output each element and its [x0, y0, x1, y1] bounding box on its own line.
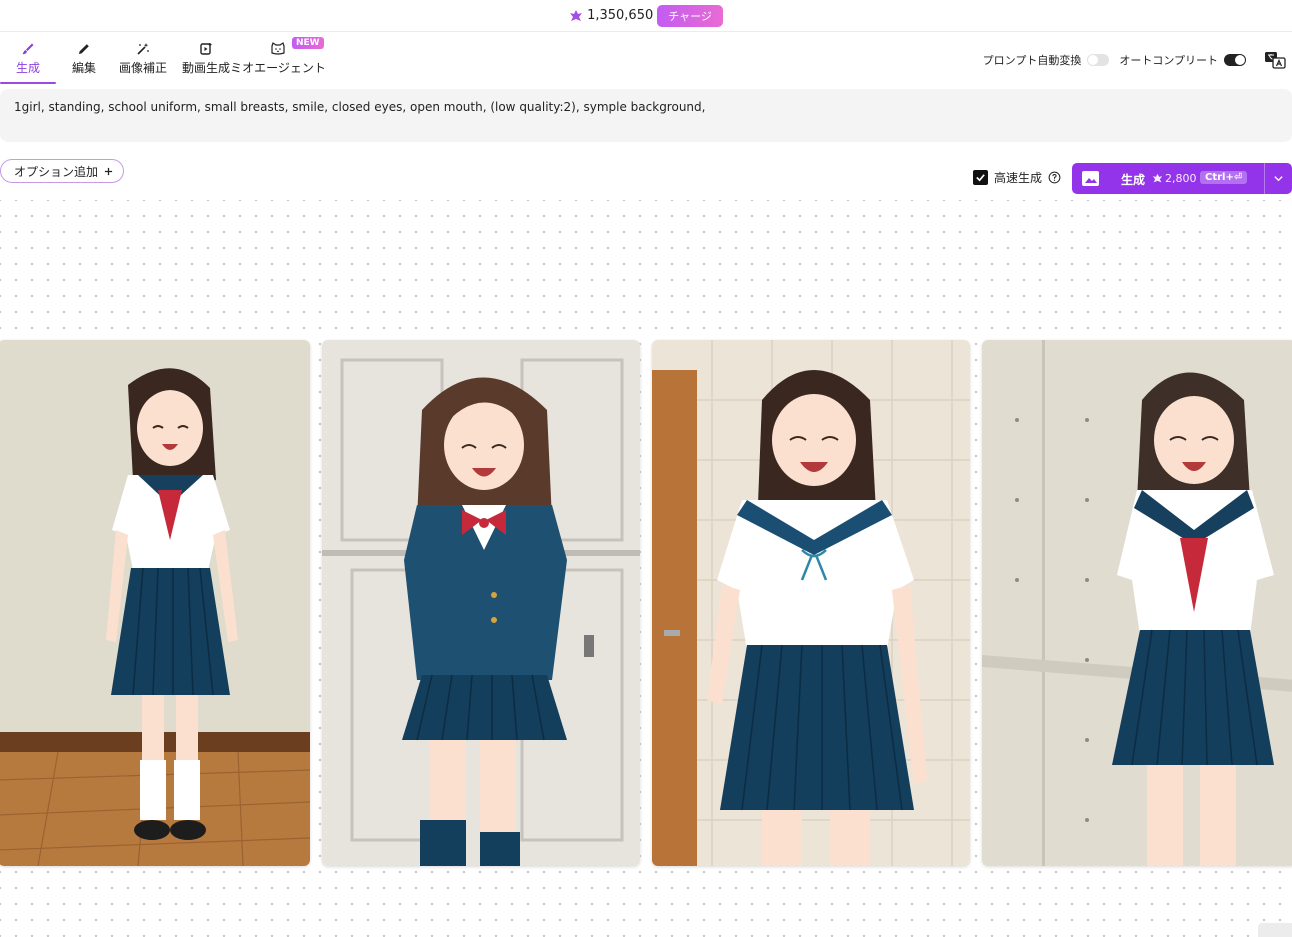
result-image-2[interactable]: [322, 340, 640, 866]
switch-knob: [1088, 55, 1099, 65]
fast-generation-checkbox[interactable]: [973, 170, 988, 185]
mode-tabs: 生成 編集 画像補正 動画生成 ミオエージェント: [0, 32, 326, 86]
fast-generation: 高速生成: [973, 169, 1061, 186]
result-image-4[interactable]: [982, 340, 1292, 866]
generate-label: 生成: [1121, 173, 1146, 187]
help-icon[interactable]: [1048, 171, 1061, 184]
tab-video-label: 動画生成: [181, 61, 230, 75]
prompt-input[interactable]: 1girl, standing, school uniform, small b…: [0, 89, 1292, 142]
credit-bar: 1,350,650 チャージ: [0, 0, 1292, 32]
cat-icon: [271, 42, 285, 55]
tab-video[interactable]: 動画生成: [174, 32, 238, 86]
video-icon: [200, 43, 212, 55]
settings-toggles: プロンプト自動変換 オートコンプリート: [983, 52, 1246, 68]
tab-generate-label: 生成: [15, 61, 40, 75]
prompt-convert-switch[interactable]: [1087, 54, 1110, 66]
plus-icon: [104, 167, 113, 175]
charge-button[interactable]: チャージ: [657, 4, 723, 27]
credit-coin-icon: [570, 9, 583, 21]
tab-edit[interactable]: 編集: [56, 32, 112, 86]
tab-generate[interactable]: 生成: [0, 32, 56, 86]
brush-icon: [22, 43, 34, 55]
add-option-label: オプション追加: [14, 164, 99, 179]
add-option-button[interactable]: オプション追加: [0, 159, 125, 183]
canvas-corner-tab[interactable]: [1258, 923, 1292, 937]
result-image-1[interactable]: [0, 340, 310, 866]
translate-icon[interactable]: [1264, 51, 1286, 69]
generate-button[interactable]: 生成 2,800 Ctrl+⏎: [1072, 163, 1292, 194]
tab-enhance-label: 画像補正: [118, 61, 167, 75]
nav-bar: 生成 編集 画像補正 動画生成 ミオエージェント NEW プロンプト自動変換 オ…: [0, 32, 1292, 86]
tab-mio-agent-label: ミオエージェント: [230, 61, 326, 75]
shortcut-badge: Ctrl+⏎: [1200, 171, 1248, 184]
result-canvas: [0, 200, 1292, 937]
pencil-icon: [79, 44, 89, 54]
result-image-4-art: [982, 340, 1292, 866]
credit-amount: 1,350,650: [587, 8, 654, 23]
autocomplete-toggle-group: オートコンプリート: [1119, 52, 1246, 68]
credit-coin-icon: [1152, 173, 1163, 183]
result-image-3-art: [652, 340, 970, 866]
result-image-1-art: [0, 340, 310, 866]
prompt-convert-label: プロンプト自動変換: [982, 54, 1082, 67]
new-badge: NEW: [292, 37, 324, 49]
tab-edit-label: 編集: [71, 61, 96, 75]
check-icon: [976, 174, 985, 182]
credit-display: 1,350,650 チャージ: [569, 4, 723, 27]
result-image-3[interactable]: [652, 340, 970, 866]
generate-main[interactable]: 生成 2,800 Ctrl+⏎: [1072, 163, 1264, 194]
generate-cost: 2,800: [1152, 172, 1197, 185]
autocomplete-switch[interactable]: [1224, 54, 1246, 66]
result-image-2-art: [322, 340, 640, 866]
prompt-convert-toggle-group: プロンプト自動変換: [983, 52, 1110, 68]
magic-wand-icon: [137, 43, 149, 55]
fast-generation-label: 高速生成: [994, 171, 1043, 185]
chevron-down-icon: [1274, 176, 1283, 182]
generate-dropdown-button[interactable]: [1265, 163, 1292, 194]
autocomplete-label: オートコンプリート: [1119, 54, 1218, 67]
generate-cost-value: 2,800: [1165, 172, 1197, 185]
tab-enhance[interactable]: 画像補正: [112, 32, 174, 86]
switch-knob: [1235, 55, 1245, 65]
image-icon: [1082, 171, 1099, 186]
